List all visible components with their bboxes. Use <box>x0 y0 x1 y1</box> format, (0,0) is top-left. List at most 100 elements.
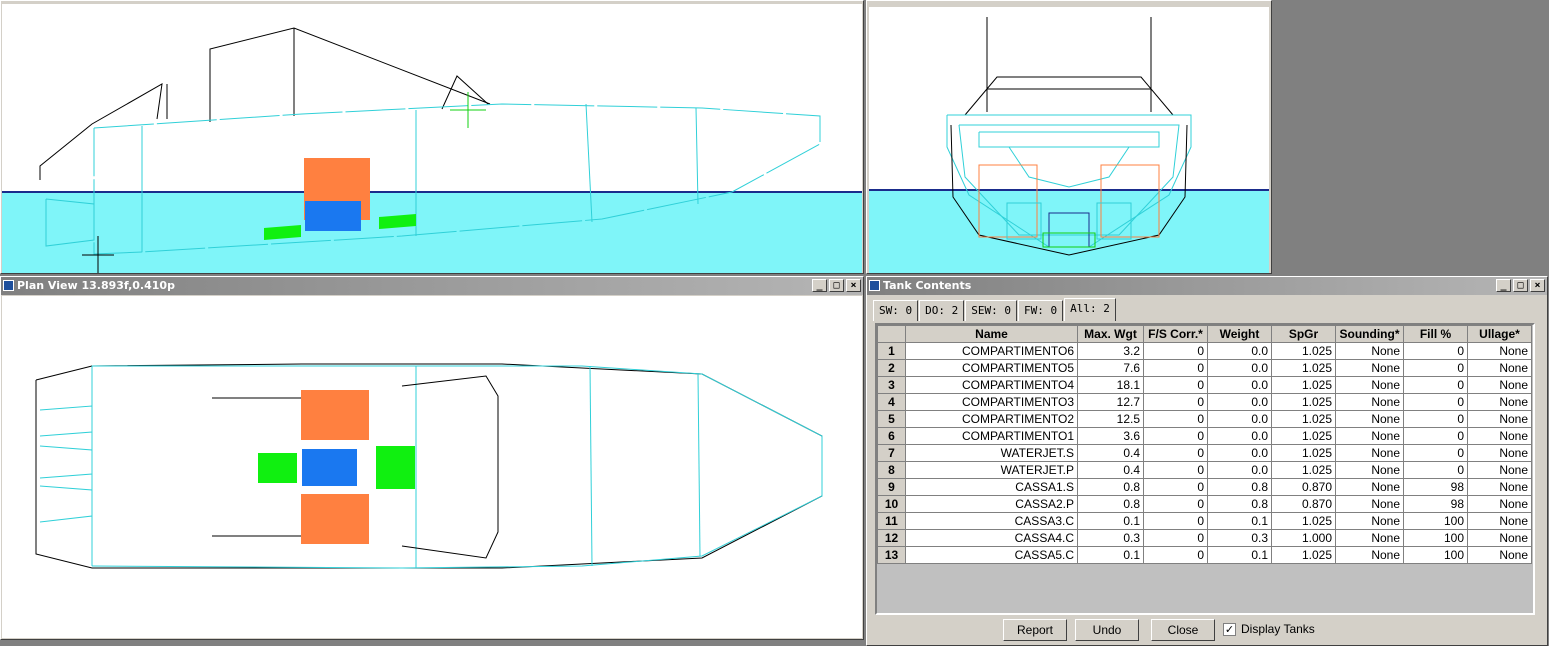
tab-sw[interactable]: SW: 0 <box>873 300 919 321</box>
cell-weight[interactable]: 0.0 <box>1207 444 1272 462</box>
row-number[interactable]: 11 <box>877 512 906 530</box>
table-row[interactable]: 10 CASSA2.P 0.8 0 0.8 0.870 None 98 None <box>877 495 1532 513</box>
table-row[interactable]: 3 COMPARTIMENTO4 18.1 0 0.0 1.025 None 0 None <box>877 376 1532 394</box>
cell-sounding[interactable]: None <box>1335 444 1404 462</box>
cell-max[interactable]: 12.5 <box>1077 410 1144 428</box>
col-sounding[interactable]: Sounding* <box>1335 325 1404 343</box>
cell-fill[interactable]: 0 <box>1403 359 1468 377</box>
cell-fs[interactable]: 0 <box>1143 546 1208 564</box>
cell-ullage[interactable]: None <box>1467 427 1532 445</box>
table-row[interactable]: 2 COMPARTIMENTO5 7.6 0 0.0 1.025 None 0 None <box>877 359 1532 377</box>
cell-weight[interactable]: 0.0 <box>1207 376 1272 394</box>
cell-sounding[interactable]: None <box>1335 393 1404 411</box>
cell-fill[interactable]: 100 <box>1403 512 1468 530</box>
cell-fill[interactable]: 98 <box>1403 478 1468 496</box>
table-row[interactable]: 13 CASSA5.C 0.1 0 0.1 1.025 None 100 None <box>877 546 1532 564</box>
tank-contents-titlebar[interactable]: Tank Contents _ □ × <box>867 277 1547 295</box>
col-max-wgt[interactable]: Max. Wgt <box>1077 325 1144 343</box>
col-ullage[interactable]: Ullage* <box>1467 325 1532 343</box>
cell-weight[interactable]: 0.0 <box>1207 427 1272 445</box>
cell-sounding[interactable]: None <box>1335 410 1404 428</box>
cell-max[interactable]: 0.3 <box>1077 529 1144 547</box>
cell-spgr[interactable]: 1.025 <box>1271 410 1336 428</box>
cell-max[interactable]: 0.4 <box>1077 461 1144 479</box>
cell-ullage[interactable]: None <box>1467 478 1532 496</box>
tab-fw[interactable]: FW: 0 <box>1018 300 1064 321</box>
cell-name[interactable]: COMPARTIMENTO6 <box>905 342 1078 360</box>
cell-spgr[interactable]: 1.025 <box>1271 546 1336 564</box>
cell-spgr[interactable]: 1.000 <box>1271 529 1336 547</box>
col-fill[interactable]: Fill % <box>1403 325 1468 343</box>
row-number[interactable]: 3 <box>877 376 906 394</box>
cell-name[interactable]: COMPARTIMENTO4 <box>905 376 1078 394</box>
row-number[interactable]: 1 <box>877 342 906 360</box>
profile-view-canvas[interactable] <box>2 4 862 273</box>
cell-max[interactable]: 12.7 <box>1077 393 1144 411</box>
cell-sounding[interactable]: None <box>1335 359 1404 377</box>
cell-fill[interactable]: 0 <box>1403 461 1468 479</box>
cell-fs[interactable]: 0 <box>1143 495 1208 513</box>
close-button[interactable]: × <box>1530 279 1545 292</box>
row-number[interactable]: 4 <box>877 393 906 411</box>
cell-weight[interactable]: 0.8 <box>1207 495 1272 513</box>
cell-name[interactable]: COMPARTIMENTO5 <box>905 359 1078 377</box>
plan-view-canvas[interactable] <box>2 296 862 638</box>
maximize-button[interactable]: □ <box>1513 279 1528 292</box>
cell-fill[interactable]: 100 <box>1403 546 1468 564</box>
cell-ullage[interactable]: None <box>1467 393 1532 411</box>
section-view-canvas[interactable] <box>869 7 1269 273</box>
cell-sounding[interactable]: None <box>1335 495 1404 513</box>
cell-spgr[interactable]: 0.870 <box>1271 478 1336 496</box>
cell-max[interactable]: 18.1 <box>1077 376 1144 394</box>
tab-do[interactable]: DO: 2 <box>919 300 965 321</box>
cell-name[interactable]: COMPARTIMENTO1 <box>905 427 1078 445</box>
undo-button[interactable]: Undo <box>1075 619 1139 641</box>
cell-spgr[interactable]: 1.025 <box>1271 342 1336 360</box>
cell-max[interactable]: 0.4 <box>1077 444 1144 462</box>
cell-spgr[interactable]: 1.025 <box>1271 427 1336 445</box>
tab-all[interactable]: All: 2 <box>1064 298 1116 321</box>
cell-ullage[interactable]: None <box>1467 461 1532 479</box>
cell-weight[interactable]: 0.3 <box>1207 529 1272 547</box>
cell-ullage[interactable]: None <box>1467 359 1532 377</box>
cell-fs[interactable]: 0 <box>1143 478 1208 496</box>
cell-weight[interactable]: 0.0 <box>1207 410 1272 428</box>
cell-max[interactable]: 7.6 <box>1077 359 1144 377</box>
report-button[interactable]: Report <box>1003 619 1067 641</box>
cell-fs[interactable]: 0 <box>1143 461 1208 479</box>
cell-max[interactable]: 3.6 <box>1077 427 1144 445</box>
cell-fs[interactable]: 0 <box>1143 512 1208 530</box>
row-number[interactable]: 2 <box>877 359 906 377</box>
table-row[interactable]: 7 WATERJET.S 0.4 0 0.0 1.025 None 0 None <box>877 444 1532 462</box>
cell-sounding[interactable]: None <box>1335 427 1404 445</box>
plan-view-titlebar[interactable]: Plan View 13.893f,0.410p _ □ × <box>1 277 863 295</box>
cell-max[interactable]: 3.2 <box>1077 342 1144 360</box>
cell-max[interactable]: 0.1 <box>1077 512 1144 530</box>
cell-sounding[interactable]: None <box>1335 512 1404 530</box>
cell-ullage[interactable]: None <box>1467 376 1532 394</box>
cell-sounding[interactable]: None <box>1335 478 1404 496</box>
cell-ullage[interactable]: None <box>1467 546 1532 564</box>
table-row[interactable]: 6 COMPARTIMENTO1 3.6 0 0.0 1.025 None 0 None <box>877 427 1532 445</box>
cell-name[interactable]: CASSA5.C <box>905 546 1078 564</box>
tab-sew[interactable]: SEW: 0 <box>965 300 1017 321</box>
tank-grid[interactable]: Name Max. Wgt F/S Corr.* Weight SpGr Sou… <box>875 323 1535 615</box>
cell-sounding[interactable]: None <box>1335 376 1404 394</box>
cell-max[interactable]: 0.1 <box>1077 546 1144 564</box>
cell-fill[interactable]: 0 <box>1403 342 1468 360</box>
cell-weight[interactable]: 0.0 <box>1207 461 1272 479</box>
cell-weight[interactable]: 0.1 <box>1207 512 1272 530</box>
cell-sounding[interactable]: None <box>1335 461 1404 479</box>
cell-sounding[interactable]: None <box>1335 546 1404 564</box>
cell-spgr[interactable]: 1.025 <box>1271 393 1336 411</box>
cell-fs[interactable]: 0 <box>1143 376 1208 394</box>
row-number[interactable]: 13 <box>877 546 906 564</box>
cell-sounding[interactable]: None <box>1335 342 1404 360</box>
cell-name[interactable]: CASSA3.C <box>905 512 1078 530</box>
cell-fs[interactable]: 0 <box>1143 359 1208 377</box>
cell-spgr[interactable]: 0.870 <box>1271 495 1336 513</box>
cell-weight[interactable]: 0.0 <box>1207 359 1272 377</box>
cell-fill[interactable]: 0 <box>1403 444 1468 462</box>
cell-fill[interactable]: 98 <box>1403 495 1468 513</box>
close-button[interactable]: × <box>846 279 861 292</box>
